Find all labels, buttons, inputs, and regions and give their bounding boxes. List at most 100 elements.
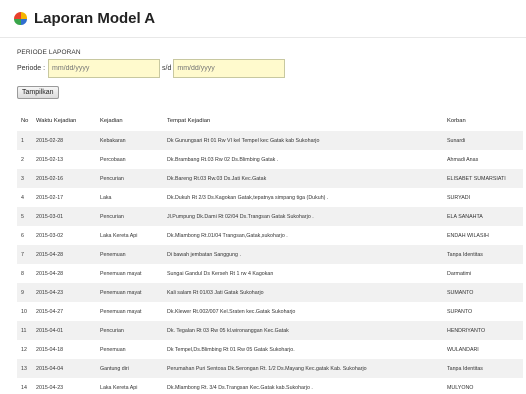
section-label: PERIODE LAPORAN [17,49,81,56]
cell-waktu: 2015-04-27 [36,308,64,315]
table-row: 14 2015-04-23 Laka Kereta Api Dk.Mlambong R… [17,378,523,394]
cell-tempat: Dk.Dukuh Rt 2/3 Ds.Kagokan Gatak,tepatny… [167,194,329,201]
cell-kejadian: Penemuan [100,251,126,258]
cell-waktu: 2015-04-23 [36,289,64,296]
cell-tempat: Dk.Bareng Rt.03 Rw.03 Ds.Jati Kec.Gatak [167,175,267,182]
cell-no: 11 [21,327,27,334]
report-filter: PERIODE LAPORAN Periode : s/d Tampilkan [0,38,526,99]
cell-kejadian: Penemuan [100,346,126,353]
table-row: 2 2015-02-13 Percobaan Dk.Brambang Rt.03 Rw… [17,150,523,169]
cell-waktu: 2015-04-18 [36,346,64,353]
header-no: No [21,118,29,124]
sd-label: s/d [162,65,172,72]
table-row: 4 2015-02-17 Laka Dk.Dukuh Rt 2/3 Ds.Kagoka… [17,188,523,207]
periode-row: Periode : s/d [17,59,526,78]
cell-no: 4 [21,194,24,201]
cell-kejadian: Laka Kereta Api [100,384,138,391]
cell-no: 3 [21,175,24,182]
cell-tempat: Dk.Brambang Rt.03 Rw 02 Ds.Blimbing Gata… [167,156,279,163]
cell-tempat: Dk Gunungsari Rt 01 Rw VI kel Tempel kec… [167,137,320,144]
cell-waktu: 2015-03-02 [36,232,64,239]
cell-kejadian: Laka [100,194,112,201]
table-row: 8 2015-04-28 Penemuan mayat Sungai Gandul D… [17,264,523,283]
cell-tempat: Dk Tempel,Ds.Blimbing Rt 01 Rw 05 Gatak … [167,346,295,353]
cell-tempat: Sungai Gandul Ds Kerseh Rt 1 rw 4 Kagoka… [167,270,274,277]
cell-kejadian: Pencurian [100,213,124,220]
cell-tempat: Dk. Tegalan Rt 03 Rw 05 kl.wironanggan K… [167,327,289,334]
cell-korban: ELA SANAHTA [447,213,483,220]
cell-korban: SURYADI [447,194,471,201]
cell-korban: Sunardi [447,137,466,144]
cell-kejadian: Pencurian [100,327,124,334]
cell-no: 5 [21,213,24,220]
cell-korban: SUPANTO [447,308,473,315]
cell-korban: MULYONO [447,384,474,391]
cell-kejadian: Kebakaran [100,137,126,144]
cell-kejadian: Penemuan mayat [100,270,142,277]
table-row: 3 2015-02-16 Pencurian Dk.Bareng Rt.03 Rw.0… [17,169,523,188]
table-row: 13 2015-04-04 Gantung diri Perumahan Puri S… [17,359,523,378]
start-date-input[interactable] [48,59,161,78]
cell-kejadian: Laka Kereta Api [100,232,138,239]
cell-waktu: 2015-04-28 [36,251,64,258]
table-row: 6 2015-03-02 Laka Kereta Api Dk.Mlambong Rt… [17,226,523,245]
cell-waktu: 2015-03-01 [36,213,64,220]
tampilkan-button[interactable]: Tampilkan [17,86,59,99]
cell-no: 14 [21,384,27,391]
table-row: 10 2015-04-27 Penemuan mayat Dk.Klewer Rt.0… [17,302,523,321]
cell-korban: Tanpa Identitas [447,251,483,258]
table-row: 12 2015-04-18 Penemuan Dk Tempel,Ds.Blimbin… [17,340,523,359]
cell-tempat: Dk.Mlambong Rt.01/04 Trangsan,Gatak,suko… [167,232,288,239]
cell-waktu: 2015-04-04 [36,365,64,372]
end-date-input[interactable] [173,59,286,78]
table-row: 7 2015-04-28 Penemuan Di bawah jembatan San… [17,245,523,264]
cell-kejadian: Percobaan [100,156,126,163]
cell-korban: ELISABET SUMARSIATI [447,175,506,182]
cell-no: 12 [21,346,27,353]
cell-waktu: 2015-02-17 [36,194,64,201]
cell-waktu: 2015-04-28 [36,270,64,277]
cell-kejadian: Penemuan mayat [100,308,142,315]
table-row: 1 2015-02-28 Kebakaran Dk Gunungsari Rt 01 … [17,131,523,150]
header-korban: Korban [447,118,466,124]
page-title: Laporan Model A [34,10,156,27]
cell-waktu: 2015-04-23 [36,384,64,391]
cell-no: 8 [21,270,24,277]
periode-label: Periode : [17,65,46,72]
cell-tempat: Jl.Pumpung Dk.Dami Rt 02/04 Ds.Trangsan … [167,213,314,220]
cell-kejadian: Penemuan mayat [100,289,142,296]
cell-no: 7 [21,251,24,258]
cell-no: 1 [21,137,24,144]
cell-no: 6 [21,232,24,239]
cell-kejadian: Gantung diri [100,365,129,372]
cell-tempat: Dk.Mlambong Rt. 3/4 Ds.Trangsan Kec.Gata… [167,384,313,391]
cell-tempat: Di bawah jembatan Sanggung . [167,251,241,258]
cell-tempat: Kali salam Rt 01/03 Jati Gatak Sukoharjo [167,289,264,296]
cell-tempat: Perumahan Puri Sentosa Dk.Serongan Rt. 1… [167,365,367,372]
header-tempat: Tempat Kejadian [167,118,211,124]
cell-no: 13 [21,365,27,372]
header-kejadian: Kejadian [100,118,123,124]
table-row: 5 2015-03-01 Pencurian Jl.Pumpung Dk.Dami R… [17,207,523,226]
page-header: Laporan Model A [0,0,526,38]
cell-no: 2 [21,156,24,163]
cell-korban: Ahmadi Anas [447,156,479,163]
cell-tempat: Dk.Klewer Rt.002/007 Kel.Sraten kec.Gata… [167,308,296,315]
cell-waktu: 2015-02-13 [36,156,64,163]
cell-no: 10 [21,308,27,315]
cell-kejadian: Pencurian [100,175,124,182]
header-waktu: Waktu Kejadian [36,118,77,124]
cell-korban: WULANDARI [447,346,479,353]
table-header-row: No Waktu Kejadian Kejadian Tempat Kejadi… [17,111,523,131]
cell-korban: HENDRIYANTO [447,327,486,334]
cell-waktu: 2015-02-28 [36,137,64,144]
cell-korban: Darmatimi [447,270,472,277]
logo-icon [14,12,27,25]
cell-korban: ENDAH WILASIH [447,232,489,239]
cell-waktu: 2015-02-16 [36,175,64,182]
report-table: No Waktu Kejadian Kejadian Tempat Kejadi… [17,111,523,394]
cell-korban: Tanpa Identitas [447,365,483,372]
cell-no: 9 [21,289,24,296]
cell-korban: SUMANTO [447,289,474,296]
table-row: 9 2015-04-23 Penemuan mayat Kali salam Rt 0… [17,283,523,302]
